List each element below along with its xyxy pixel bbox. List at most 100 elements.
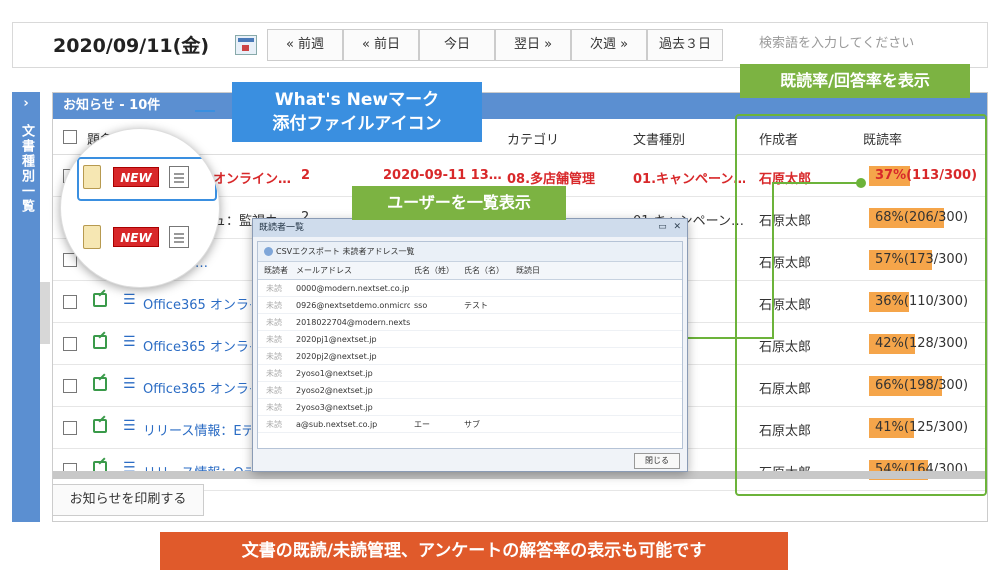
reader-status: 未読 [266,318,282,327]
clipboard-icon [83,165,101,189]
readers-list-dialog: 既読者一覧 ▭ ✕ CSVエクスポート 未読者アドレス一覧 既読者 メールアドレ… [252,218,688,472]
list-icon[interactable]: ☰ [123,418,136,434]
read-rate-callout: 既読率/回答率を表示 [740,64,970,98]
reader-row[interactable]: 未読 2020pj2@nextset.jp [258,348,682,365]
reader-last-name: sso [414,301,428,310]
edit-icon[interactable] [93,335,107,349]
reader-status: 未読 [266,352,282,361]
calendar-icon[interactable] [235,35,257,55]
users-callout: ユーザーを一覧表示 [352,186,566,220]
callout-line: 添付ファイルアイコン [272,114,442,134]
new-badge: NEW [113,167,159,187]
past-three-days-button[interactable]: 過去３日 [647,29,723,61]
reader-first-name: サブ [464,420,480,429]
reader-row[interactable]: 未読 0926@nextsetdemo.onmicro… sso テスト [258,297,682,314]
reader-email: 2yoso1@nextset.jp [296,369,373,378]
row-title[interactable]: リリース情報：Eデ… [143,420,251,439]
connector-line [772,182,862,184]
reader-email: 2018022704@modern.nexts… [296,318,410,327]
readers-table-header: 既読者 メールアドレス 氏名（姓） 氏名（名） 既読日 [258,262,682,280]
edit-icon[interactable] [93,419,107,433]
reader-status: 未読 [266,386,282,395]
next-day-button[interactable]: 翌日 » [495,29,571,61]
reader-status: 未読 [266,284,282,293]
reader-row[interactable]: 未読 2yoso2@nextset.jp [258,382,682,399]
row-checkbox[interactable] [63,421,77,435]
dialog-window-buttons[interactable]: ▭ ✕ [658,222,683,232]
list-icon[interactable]: ☰ [123,334,136,350]
whats-new-callout: What's Newマーク 添付ファイルアイコン [232,82,482,142]
row-title[interactable]: Office365 オンライ… [143,378,251,397]
reader-status: 未読 [266,403,282,412]
reader-row[interactable]: 未読 2020pj1@nextset.jp [258,331,682,348]
reader-email: 0926@nextsetdemo.onmicro… [296,301,410,310]
dialog-title: 既読者一覧 [253,219,687,237]
edit-icon[interactable] [93,377,107,391]
connector-line [195,110,215,112]
reader-status: 未読 [266,420,282,429]
reader-email: 2yoso3@nextset.jp [296,403,373,412]
attachment-icon [169,226,189,248]
connector-line [772,182,774,338]
icon-magnifier: NEW NEW [60,128,220,288]
readers-table: CSVエクスポート 未読者アドレス一覧 既読者 メールアドレス 氏名（姓） 氏名… [257,241,683,449]
connector-line [688,337,774,339]
col-last-name: 氏名（姓） [414,266,454,275]
row-checkbox[interactable] [63,379,77,393]
col-status: 既読者 [264,266,288,275]
list-icon[interactable]: ☰ [123,376,136,392]
row-title[interactable]: Office365 オンライ… [143,294,251,313]
reader-status: 未読 [266,301,282,310]
csv-export-button[interactable]: CSVエクスポート 未読者アドレス一覧 [276,247,414,256]
reader-row[interactable]: 未読 2yoso3@nextset.jp [258,399,682,416]
row-title[interactable]: Office365 オンライ… [143,336,251,355]
doc-type-sidebar[interactable]: › 文書種別一覧 [12,92,40,522]
clipboard-icon [83,225,101,249]
new-badge: NEW [113,227,159,247]
reader-email: a@sub.nextset.co.jp [296,420,378,429]
row-checkbox[interactable] [63,295,77,309]
row-doc-type: 01.キャンペーン… [633,172,745,187]
reader-row[interactable]: 未読 a@sub.nextset.co.jp エー サブ [258,416,682,433]
feature-banner: 文書の既読/未読管理、アンケートの解答率の表示も可能です [160,532,788,570]
select-all-checkbox[interactable] [63,130,77,144]
today-button[interactable]: 今日 [419,29,495,61]
row-count: 2 [301,168,311,183]
dialog-toolbar: CSVエクスポート 未読者アドレス一覧 [258,242,682,262]
col-read-date: 既読日 [516,266,540,275]
row-title[interactable]: オンライン… [213,168,291,187]
prev-week-button[interactable]: « 前週 [267,29,343,61]
reader-last-name: エー [414,420,430,429]
reader-row[interactable]: 未読 2018022704@modern.nexts… [258,314,682,331]
list-icon[interactable]: ☰ [123,292,136,308]
edit-icon[interactable] [93,293,107,307]
csv-export-icon[interactable] [264,247,273,256]
reader-email: 2yoso2@nextset.jp [296,386,373,395]
sidebar-label: 文書種別一覧 [19,124,34,214]
panel-resize-handle[interactable] [40,282,50,344]
print-notices-button[interactable]: お知らせを印刷する [52,484,204,516]
close-button[interactable]: 閉じる [634,453,680,469]
connector-dot [856,178,866,188]
callout-line: What's Newマーク [274,90,440,110]
reader-row[interactable]: 未読 2yoso1@nextset.jp [258,365,682,382]
col-category[interactable]: カテゴリ [507,129,559,148]
prev-day-button[interactable]: « 前日 [343,29,419,61]
reader-status: 未読 [266,369,282,378]
col-first-name: 氏名（名） [464,266,504,275]
search-input[interactable]: 検索語を入力してください [751,31,971,57]
row-category: 08.多店舗管理 [507,172,596,187]
reader-email: 0000@modern.nextset.co.jp [296,284,410,293]
col-email: メールアドレス [296,266,352,275]
reader-row[interactable]: 未読 0000@modern.nextset.co.jp [258,280,682,297]
attachment-icon [169,166,189,188]
reader-email: 2020pj1@nextset.jp [296,335,377,344]
current-date: 2020/09/11(金) [53,35,210,57]
reader-email: 2020pj2@nextset.jp [296,352,377,361]
col-doc-type[interactable]: 文書種別 [633,129,685,148]
next-week-button[interactable]: 次週 » [571,29,647,61]
reader-status: 未読 [266,335,282,344]
expand-icon[interactable]: › [12,96,40,111]
date-toolbar: 2020/09/11(金) « 前週 « 前日 今日 翌日 » 次週 » 過去３… [12,22,988,68]
row-checkbox[interactable] [63,337,77,351]
